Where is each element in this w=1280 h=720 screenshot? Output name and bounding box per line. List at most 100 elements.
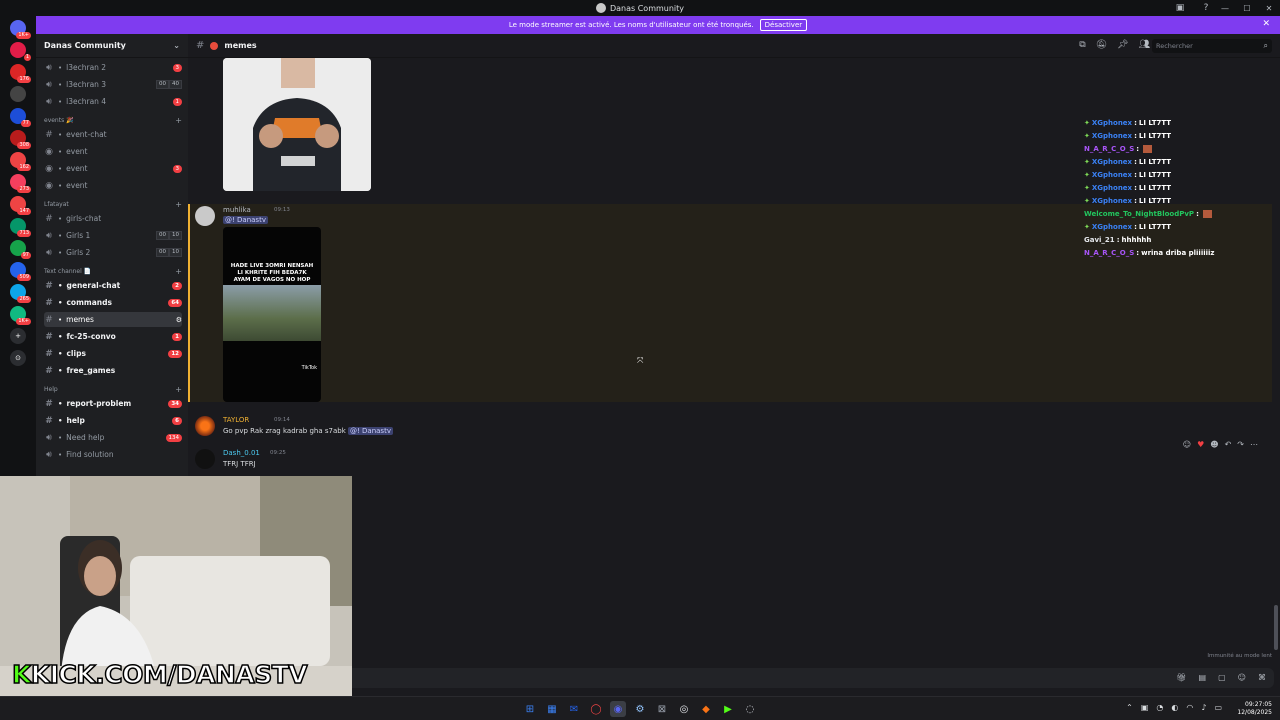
emoji-reaction-icon[interactable]: ☺ [1183,440,1191,449]
members-icon[interactable]: 👥︎ [1139,40,1150,50]
channel-item[interactable]: # • commands 64 [44,295,182,310]
notification-icon[interactable]: 🔕︎ [1096,40,1107,50]
settings-icon[interactable]: ⚙ [176,316,182,324]
channel-item[interactable]: 🔊︎ • Find solution [44,447,182,462]
server-icon[interactable]: 147 [10,196,31,215]
add-channel-icon[interactable]: + [175,116,182,125]
channel-category[interactable]: events 🎉 + [44,114,182,126]
server-icon[interactable] [10,86,26,102]
channel-category[interactable]: Lfatayat + [44,198,182,210]
chrome-icon[interactable]: ◌ [742,701,758,717]
reply-icon[interactable]: ↶ [1225,440,1232,449]
message-author[interactable]: TAYLOR [223,416,249,424]
threads-icon[interactable]: ⧉ [1079,40,1085,50]
channel-item[interactable]: # • free_games [44,363,182,378]
channel-category[interactable]: Text channel 📄 + [44,265,182,277]
message-input[interactable]: memes [196,668,1274,688]
maximize-button[interactable]: ☐ [1236,0,1258,16]
close-button[interactable]: ✕ [1258,0,1280,16]
battery-icon[interactable]: ▭ [1214,703,1222,712]
server-icon[interactable]: 77 [10,108,31,127]
add-channel-icon[interactable]: + [175,267,182,276]
avatar[interactable] [195,449,215,469]
user-mention[interactable]: @! Danastv [348,427,393,435]
kick-app-icon[interactable]: ▶ [720,701,736,717]
channel-item[interactable]: # • fc-25-convo 1 [44,329,182,344]
server-icon[interactable]: 509 [10,262,31,281]
channel-item[interactable]: 🔊︎ • Girls 2 00 10 [44,245,182,260]
channel-item[interactable]: # • help 6 [44,413,182,428]
message-author[interactable]: Dash_0.01 [223,449,260,457]
server-icon[interactable]: 308 [10,130,31,149]
user-mention[interactable]: @! Danastv [223,216,268,224]
server-icon[interactable]: 713 [10,218,31,237]
message-video[interactable]: HADE LIVE 3OMRI NENSAH LI KHRITE FIH BED… [223,227,321,402]
outlook-icon[interactable]: ✉ [566,701,582,717]
server-icon[interactable]: 176 [10,64,31,83]
tray-app-icon[interactable]: ◐ [1171,703,1178,712]
channel-item[interactable]: # • report-problem 34 [44,396,182,411]
start-icon[interactable]: ⊞ [522,701,538,717]
channel-item[interactable]: # • general-chat 2 [44,278,182,293]
add-channel-icon[interactable]: + [175,200,182,209]
server-icon[interactable]: 162 [10,152,31,171]
tray-chevron-icon[interactable]: ⌃ [1126,703,1133,712]
disable-streamer-button[interactable]: Désactiver [759,19,808,31]
avatar[interactable] [195,206,215,226]
heart-reaction-icon[interactable]: ♥ [1197,440,1204,449]
server-icon[interactable]: 1 [10,42,31,61]
tray-app-icon[interactable]: ▣ [1141,703,1149,712]
steam-icon[interactable]: ⚙ [632,701,648,717]
pin-icon[interactable]: 📌︎ [1117,40,1128,50]
apps-icon[interactable]: ⌘ [1258,673,1266,682]
opera-icon[interactable]: ◯ [588,701,604,717]
xbox-icon[interactable]: ⊠ [654,701,670,717]
sticker-icon[interactable]: ▢ [1218,673,1226,682]
close-icon[interactable]: ✕ [1262,19,1270,29]
channel-item[interactable]: # • girls-chat [44,211,182,226]
scrollbar[interactable] [1274,605,1278,650]
channel-item[interactable]: ◉ • event [44,178,182,193]
channel-item[interactable]: ◉ • event 3 [44,161,182,176]
volume-icon[interactable]: ♪ [1201,703,1206,712]
channel-item[interactable]: # • event-chat [44,127,182,142]
channel-item[interactable]: # • memes ⚙ [44,312,182,327]
clock[interactable]: 09:27:05 12/08/2025 [1237,701,1272,717]
obs-icon[interactable]: ◎ [676,701,692,717]
tray-app-icon[interactable]: ◔ [1156,703,1163,712]
discover-icon[interactable]: ⊙ [10,350,26,366]
discord-icon[interactable]: ◉ [610,701,626,717]
message-author[interactable]: muhlika [223,206,251,214]
wifi-icon[interactable]: ◠ [1186,703,1193,712]
gif-icon[interactable]: ▤ [1199,673,1207,682]
server-icon[interactable]: 97 [10,240,31,259]
message-image[interactable] [223,58,371,191]
server-icon[interactable]: 265 [10,284,31,303]
emoji-icon[interactable]: ☺ [1238,673,1246,682]
server-header[interactable]: Danas Community ⌄ [36,34,188,58]
channel-category[interactable]: Help + [44,383,182,395]
add-server-icon[interactable]: + [10,328,26,344]
minimize-button[interactable]: — [1214,0,1236,16]
server-icon[interactable]: 273 [10,174,31,193]
brave-icon[interactable]: ◆ [698,701,714,717]
add-reaction-icon[interactable]: ☻ [1210,440,1218,449]
add-channel-icon[interactable]: + [175,385,182,394]
server-icon[interactable]: 1K+ [10,306,31,325]
inbox-icon[interactable]: ▣ [1174,2,1186,14]
explorer-icon[interactable]: ▦ [544,701,560,717]
help-icon[interactable]: ? [1200,2,1212,14]
forward-icon[interactable]: ↷ [1237,440,1244,449]
channel-item[interactable]: 🔊︎ • Girls 1 00 10 [44,228,182,243]
channel-item[interactable]: 🔊︎ • l3echran 4 1 [44,94,182,109]
search-input[interactable]: Rechercher ⌕ [1152,39,1272,53]
channel-item[interactable]: # • clips 12 [44,346,182,361]
gift-icon[interactable]: 🎁︎ [1176,673,1186,682]
channel-item[interactable]: ◉ • event [44,144,182,159]
avatar[interactable] [195,416,215,436]
more-icon[interactable]: ⋯ [1250,440,1258,449]
channel-item[interactable]: 🔊︎ • l3echran 2 3 [44,60,182,75]
server-icon[interactable]: 1K+ [10,20,31,39]
channel-item[interactable]: 🔊︎ • Need help 134 [44,430,182,445]
channel-item[interactable]: 🔊︎ • l3echran 3 00 40 [44,77,182,92]
